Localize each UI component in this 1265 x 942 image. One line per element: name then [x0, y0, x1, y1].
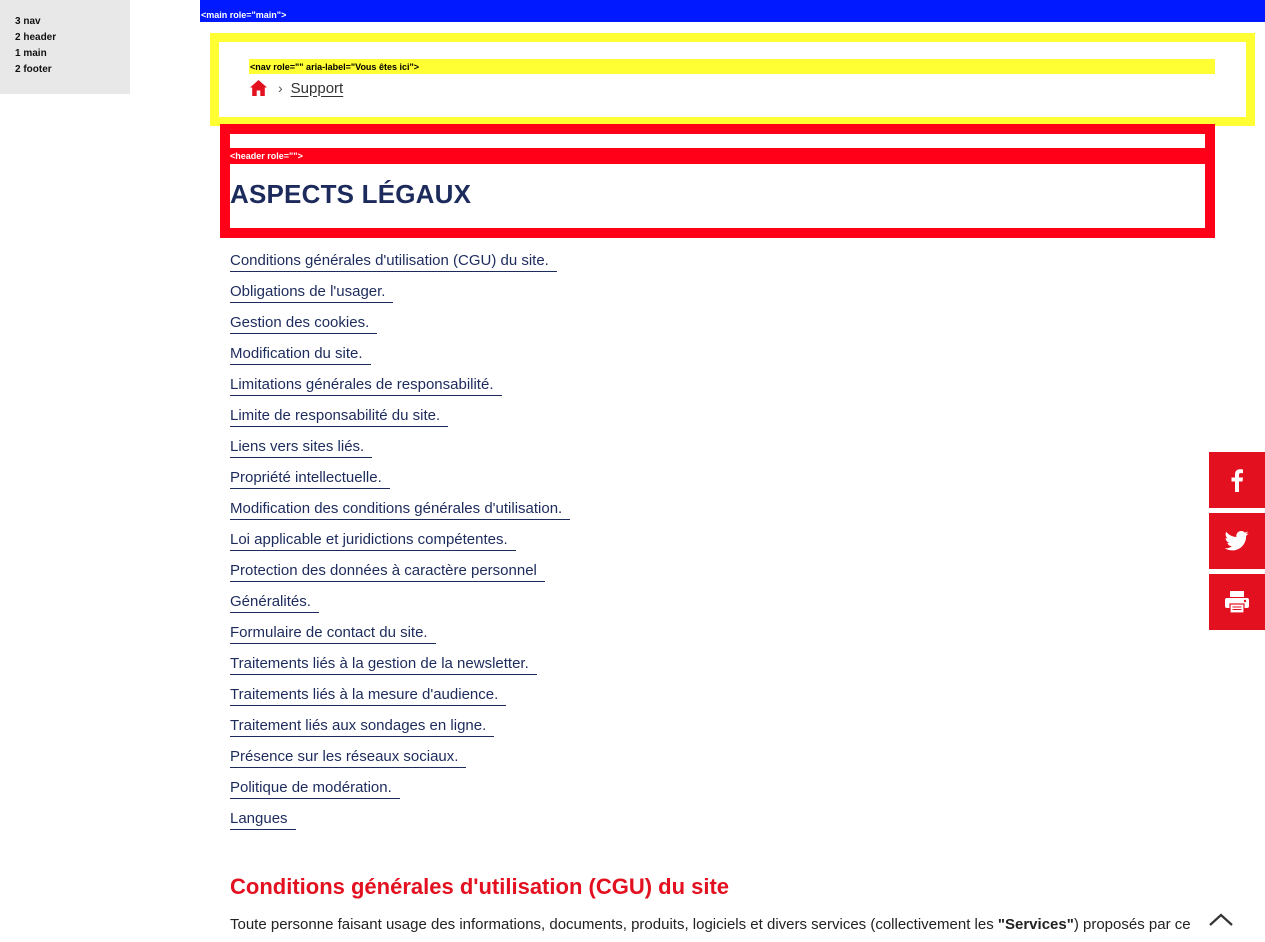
list-item: Limite de responsabilité du site. [230, 405, 570, 436]
toc-link[interactable]: Gestion des cookies. [230, 313, 378, 334]
list-item: Présence sur les réseaux sociaux. [230, 746, 570, 777]
list-item: Modification des conditions générales d'… [230, 498, 571, 529]
section-body-bold: "Services" [997, 916, 1074, 933]
list-item: Gestion des cookies. [230, 312, 570, 343]
landmark-count-main: 1 main [15, 48, 47, 59]
page-header: <header role=""> ASPECTS LÉGAUX [220, 124, 1215, 238]
header-landmark-label: <header role=""> [230, 151, 303, 161]
toc-link[interactable]: Formulaire de contact du site. [230, 623, 436, 644]
toc-link[interactable]: Présence sur les réseaux sociaux. [230, 747, 467, 768]
list-item: Généralités. [230, 591, 570, 622]
landmark-count-header: 2 header [15, 32, 57, 43]
toc-link[interactable]: Limite de responsabilité du site. [230, 406, 449, 427]
landmark-summary-panel: 3 nav 2 header 1 main 2 footer [0, 0, 130, 94]
print-button[interactable] [1209, 574, 1265, 630]
nav-landmark-label: <nav role="" aria-label="Vous êtes ici"> [250, 62, 419, 72]
list-item: Loi applicable et juridictions compétent… [230, 529, 570, 560]
toc-link[interactable]: Généralités. [230, 592, 319, 613]
print-icon [1224, 590, 1250, 614]
home-icon[interactable] [249, 79, 268, 97]
section-body-start: Toute personne faisant usage des informa… [230, 916, 998, 933]
chevron-up-icon [1208, 913, 1234, 934]
list-item: Modification du site. [230, 343, 570, 374]
list-item: Protection des données à caractère perso… [230, 560, 570, 591]
breadcrumb: › Support [249, 75, 343, 101]
list-item: Formulaire de contact du site. [230, 622, 570, 653]
header-landmark-marker: <header role=""> [230, 148, 1205, 164]
list-item: Traitement liés aux sondages en ligne. [230, 715, 570, 746]
landmark-count-footer: 2 footer [15, 64, 52, 75]
main-landmark-marker: <main role="main"> [200, 0, 1265, 22]
landmark-count-nav: 3 nav [15, 16, 41, 27]
toc-link[interactable]: Obligations de l'usager. [230, 282, 394, 303]
breadcrumb-separator: › [278, 80, 283, 96]
toc-link[interactable]: Traitements liés à la mesure d'audience. [230, 685, 507, 706]
back-to-top-button[interactable] [1208, 910, 1234, 930]
table-of-contents: Conditions générales d'utilisation (CGU)… [230, 250, 571, 839]
toc-link[interactable]: Traitements liés à la gestion de la news… [230, 654, 537, 675]
list-item: Obligations de l'usager. [230, 281, 570, 312]
breadcrumb-nav: <nav role="" aria-label="Vous êtes ici">… [210, 33, 1255, 126]
twitter-icon [1225, 531, 1249, 551]
facebook-icon [1230, 468, 1244, 492]
page-title: ASPECTS LÉGAUX [230, 179, 472, 209]
toc-link[interactable]: Modification du site. [230, 344, 371, 365]
section-body-text: Toute personne faisant usage des informa… [230, 914, 1205, 936]
nav-landmark-marker: <nav role="" aria-label="Vous êtes ici"> [249, 59, 1215, 74]
toc-link[interactable]: Loi applicable et juridictions compétent… [230, 530, 516, 551]
toc-link[interactable]: Langues [230, 809, 296, 830]
toc-link[interactable]: Conditions générales d'utilisation (CGU)… [230, 251, 557, 272]
toc-link[interactable]: Traitement liés aux sondages en ligne. [230, 716, 495, 737]
list-item: Politique de modération. [230, 777, 570, 808]
facebook-share-button[interactable] [1209, 452, 1265, 508]
toc-link[interactable]: Politique de modération. [230, 778, 400, 799]
toc-link[interactable]: Protection des données à caractère perso… [230, 561, 545, 582]
list-item: Liens vers sites liés. [230, 436, 570, 467]
twitter-share-button[interactable] [1209, 513, 1265, 569]
list-item: Traitements liés à la gestion de la news… [230, 653, 570, 684]
main-landmark-label: <main role="main"> [201, 10, 287, 20]
section-title-cgu: Conditions générales d'utilisation (CGU)… [230, 874, 730, 899]
list-item: Traitements liés à la mesure d'audience. [230, 684, 570, 715]
toc-link[interactable]: Modification des conditions générales d'… [230, 499, 571, 520]
list-item: Langues [230, 808, 570, 839]
toc-link[interactable]: Liens vers sites liés. [230, 437, 373, 458]
list-item: Conditions générales d'utilisation (CGU)… [230, 250, 570, 281]
breadcrumb-link-support[interactable]: Support [291, 80, 344, 97]
section-body-end: ) proposés par ce [1073, 916, 1191, 933]
toc-link[interactable]: Propriété intellectuelle. [230, 468, 390, 489]
toc-link[interactable]: Limitations générales de responsabilité. [230, 375, 502, 396]
list-item: Limitations générales de responsabilité. [230, 374, 570, 405]
list-item: Propriété intellectuelle. [230, 467, 570, 498]
